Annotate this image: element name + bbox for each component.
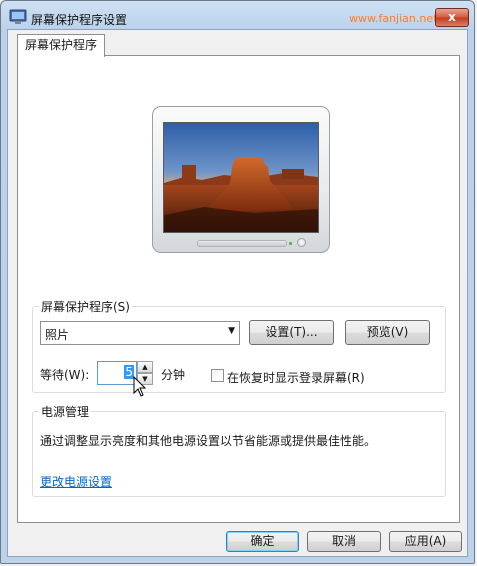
close-icon: x (448, 10, 456, 24)
preview-screen-image (163, 122, 319, 233)
resume-login-checkbox[interactable] (211, 369, 224, 382)
ok-button[interactable]: 确定 (226, 531, 299, 552)
settings-button[interactable]: 设置(T)... (249, 320, 334, 345)
cancel-button[interactable]: 取消 (307, 531, 381, 552)
window-title: 屏幕保护程序设置 (31, 13, 128, 27)
wait-label: 等待(W): (40, 368, 90, 382)
apply-button[interactable]: 应用(A) (389, 531, 462, 552)
wait-unit-label: 分钟 (161, 368, 186, 382)
mouse-cursor-icon (133, 376, 147, 397)
monitor-preview (152, 106, 330, 253)
resume-login-label[interactable]: 在恢复时显示登录屏幕(R) (227, 369, 365, 386)
screensaver-app-icon (9, 9, 27, 24)
close-button[interactable]: x (435, 8, 469, 27)
power-group-label: 电源管理 (39, 403, 92, 420)
change-power-settings-link[interactable]: 更改电源设置 (40, 473, 112, 490)
power-description: 通过调整显示亮度和其他电源设置以节省能源或提供最佳性能。 (40, 434, 377, 448)
screensaver-select[interactable]: 照片 ▼ (40, 321, 240, 345)
chevron-down-icon: ▼ (228, 326, 235, 336)
power-led-icon (289, 242, 292, 245)
spin-up-icon[interactable]: ▲ (137, 361, 153, 373)
preview-button[interactable]: 预览(V) (345, 320, 430, 345)
tab-screensaver[interactable]: 屏幕保护程序 (17, 34, 106, 57)
screensaver-select-value: 照片 (45, 328, 70, 342)
watermark-text: www.fanjian.net (349, 12, 438, 25)
monitor-base (197, 240, 287, 247)
wait-minutes-input[interactable]: 5 (97, 361, 137, 385)
screensaver-group-label: 屏幕保护程序(S) (39, 298, 132, 315)
monitor-power-icon (297, 238, 306, 247)
